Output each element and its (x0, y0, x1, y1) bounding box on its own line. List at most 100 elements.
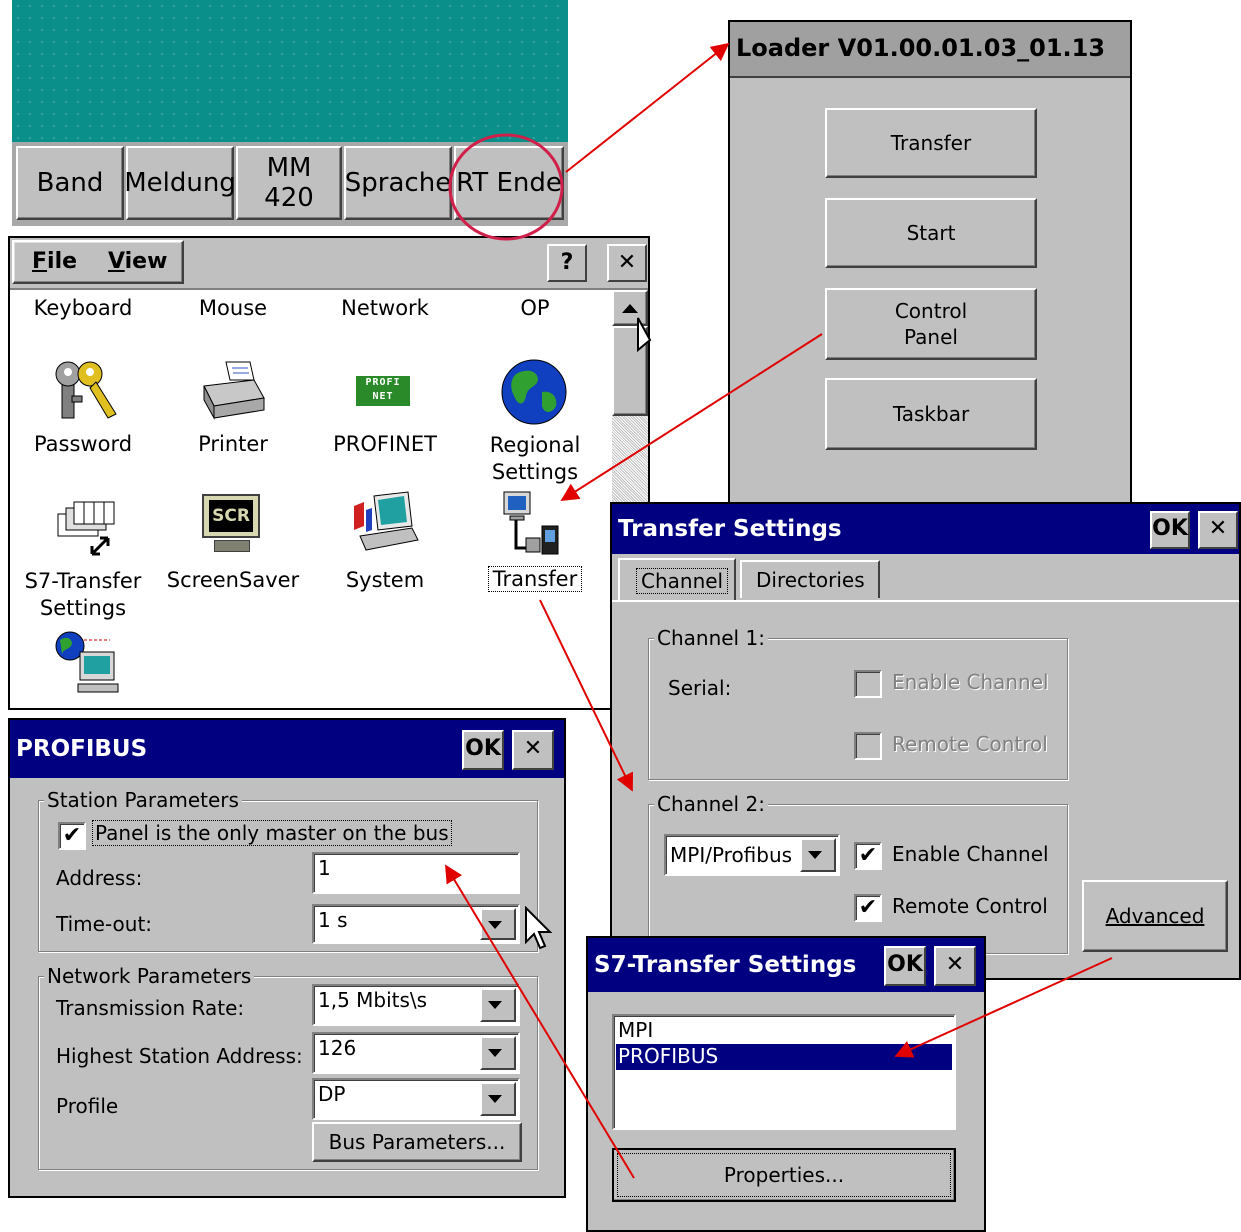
chevron-down-icon[interactable] (800, 838, 836, 872)
transfer-settings-window: Transfer Settings OK ✕ Channel Directori… (610, 502, 1241, 980)
address-input[interactable]: 1 (312, 852, 520, 894)
profile-select[interactable]: DP (312, 1078, 520, 1120)
protocol-select[interactable]: MPI/Profibus (664, 834, 840, 876)
band-button[interactable]: Band (16, 146, 124, 220)
close-button[interactable]: ✕ (607, 244, 647, 282)
s7-transfer-settings-label[interactable]: S7-Transfer Settings (8, 568, 158, 622)
address-label: Address: (56, 866, 143, 890)
printer-icon[interactable] (198, 358, 268, 424)
channel2-enable-checkbox[interactable]: ✔ (854, 842, 882, 870)
regional-settings-label[interactable]: Regional Settings (460, 432, 610, 486)
op-label[interactable]: OP (460, 296, 610, 320)
meldung-button[interactable]: Meldung (124, 146, 236, 220)
s7-title: S7-Transfer Settings (594, 952, 857, 978)
screensaver-stand (214, 540, 250, 552)
transmission-rate-label: Transmission Rate: (56, 996, 245, 1020)
scroll-up-arrow-icon (622, 303, 638, 313)
password-label[interactable]: Password (8, 432, 158, 456)
highest-station-value: 126 (318, 1036, 357, 1060)
s7-transfer-window: S7-Transfer Settings OK ✕ MPI PROFIBUS P… (586, 936, 986, 1232)
profibus-titlebar: PROFIBUS OK ✕ (10, 720, 564, 778)
channel1-remote-checkbox[interactable] (854, 732, 882, 760)
hmi-button-bar: Band Meldung MM 420 Sprache RT Ende (12, 142, 568, 226)
transfer-button[interactable]: Transfer (825, 108, 1037, 178)
printer-label[interactable]: Printer (158, 432, 308, 456)
globe-icon[interactable] (498, 356, 570, 428)
timeout-label: Time-out: (56, 912, 153, 936)
hmi-dot-grid (12, 0, 568, 140)
network-label[interactable]: Network (310, 296, 460, 320)
ok-button[interactable]: OK (884, 946, 926, 986)
channel1-enable-checkbox[interactable] (854, 670, 882, 698)
timeout-select[interactable]: 1 s (312, 904, 520, 944)
transfer-settings-titlebar: Transfer Settings OK ✕ (612, 504, 1239, 554)
channel2-remote-checkbox[interactable]: ✔ (854, 894, 882, 922)
mouse-label[interactable]: Mouse (158, 296, 308, 320)
chevron-down-icon[interactable] (480, 1082, 516, 1116)
system-label[interactable]: System (310, 568, 460, 592)
keyboard-label[interactable]: Keyboard (8, 296, 158, 320)
ok-button[interactable]: OK (462, 730, 504, 770)
protocol-value: MPI/Profibus (670, 843, 793, 867)
mouse-cursor-icon-top (637, 317, 652, 353)
ok-button[interactable]: OK (1150, 511, 1190, 549)
profinet-icon[interactable]: PROFI NET (356, 376, 410, 406)
transfer-icon[interactable] (498, 490, 562, 560)
system-computer-icon[interactable] (350, 490, 422, 556)
control-panel-menubar: File View ? ✕ (10, 238, 648, 290)
only-master-checkbox[interactable]: ✔ (58, 822, 86, 850)
start-button[interactable]: Start (825, 198, 1037, 268)
screensaver-monitor: SCR (202, 494, 260, 538)
list-item-mpi[interactable]: MPI (616, 1018, 952, 1044)
advanced-button[interactable]: Advanced (1082, 880, 1228, 952)
screensaver-icon[interactable]: SCR (200, 494, 264, 554)
chevron-down-icon[interactable] (480, 908, 516, 940)
channel2-group-label: Channel 2: (654, 792, 768, 816)
hmi-screen: Band Meldung MM 420 Sprache RT Ende (12, 0, 568, 226)
transmission-rate-select[interactable]: 1,5 Mbits\s (312, 984, 520, 1026)
chevron-down-icon[interactable] (480, 1036, 516, 1070)
profinet-label[interactable]: PROFINET (310, 432, 460, 456)
close-button[interactable]: ✕ (1198, 511, 1238, 549)
control-panel-button[interactable]: Control Panel (825, 288, 1037, 360)
s7-titlebar: S7-Transfer Settings OK ✕ (588, 938, 984, 992)
list-item-profibus[interactable]: PROFIBUS (616, 1044, 952, 1070)
loader-title: Loader V01.00.01.03_01.13 (736, 34, 1106, 62)
view-menu[interactable]: View (108, 249, 167, 274)
chevron-down-icon[interactable] (480, 988, 516, 1022)
profibus-window: PROFIBUS OK ✕ Station Parameters ✔ Panel… (8, 718, 566, 1198)
properties-button[interactable]: Properties... (612, 1148, 956, 1202)
protocol-list[interactable]: MPI PROFIBUS (612, 1014, 956, 1130)
channel1-remote-label: Remote Control (892, 732, 1048, 756)
screensaver-label[interactable]: ScreenSaver (158, 568, 308, 592)
tab-channel-label: Channel (636, 568, 729, 594)
transfer-settings-title: Transfer Settings (618, 516, 842, 542)
close-button[interactable]: ✕ (934, 946, 976, 986)
tab-panel-top-edge (612, 600, 1239, 602)
loader-window: Loader V01.00.01.03_01.13 Transfer Start… (728, 20, 1132, 510)
screensaver-screen: SCR (209, 500, 253, 532)
channel2-remote-label: Remote Control (892, 894, 1048, 918)
taskbar-button[interactable]: Taskbar (825, 378, 1037, 450)
s7-transfer-icon[interactable] (54, 500, 120, 556)
transfer-label[interactable]: Transfer (488, 566, 582, 592)
channel2-enable-label: Enable Channel (892, 842, 1049, 866)
file-menu[interactable]: File (32, 249, 77, 274)
tab-directories-label: Directories (756, 568, 865, 592)
close-button[interactable]: ✕ (512, 730, 554, 770)
highest-station-select[interactable]: 126 (312, 1032, 520, 1074)
serial-label: Serial: (668, 676, 732, 700)
network-computer-icon[interactable] (50, 630, 120, 696)
tab-directories[interactable]: Directories (740, 560, 880, 598)
mm420-button[interactable]: MM 420 (236, 146, 342, 220)
station-parameters-label: Station Parameters (44, 788, 242, 812)
bus-parameters-button[interactable]: Bus Parameters... (312, 1122, 522, 1162)
channel2-group (648, 804, 1068, 954)
tab-channel[interactable]: Channel (618, 558, 736, 600)
rt-ende-button[interactable]: RT Ende (454, 146, 564, 220)
password-keys-icon[interactable] (50, 356, 120, 426)
sprache-button[interactable]: Sprache (344, 146, 452, 220)
highest-station-label: Highest Station Address: (56, 1044, 303, 1068)
only-master-label: Panel is the only master on the bus (92, 820, 452, 846)
help-button[interactable]: ? (547, 244, 587, 282)
